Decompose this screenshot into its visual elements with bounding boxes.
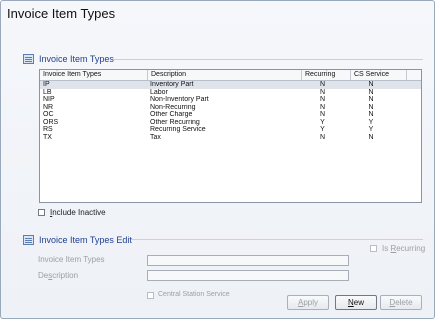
is-recurring-label: Is Recurring (382, 244, 426, 253)
table-row[interactable]: RS Recurring Service Y Y (40, 126, 421, 134)
table-row[interactable]: OC Other Charge N N (40, 111, 421, 119)
cell-recurring: N (319, 103, 326, 111)
edit-section-divider (131, 239, 423, 240)
cell-description: Other Recurring (150, 118, 200, 126)
is-recurring-checkbox[interactable] (370, 245, 377, 252)
cell-cs-service: N (368, 111, 374, 118)
form-edit-icon (23, 235, 34, 245)
column-header-cs-service[interactable]: CS Service (351, 70, 407, 80)
invoice-item-types-grid[interactable]: Invoice Item Types Description Recurring… (39, 69, 422, 203)
cell-description: Recurring Service (150, 126, 206, 133)
invoice-item-types-window: Invoice Item Types Invoice Item Types In… (0, 0, 435, 319)
description-input[interactable] (147, 270, 349, 281)
list-section-label: Invoice Item Types (39, 54, 114, 64)
cell-cs-service: N (368, 81, 374, 88)
list-section-divider (113, 59, 423, 60)
table-row[interactable]: LB Labor N N (40, 89, 421, 97)
grid-list-icon (23, 54, 34, 64)
cell-cs-service: N (368, 103, 374, 111)
include-inactive-checkbox[interactable] (38, 209, 45, 216)
cell-recurring: Y (320, 118, 325, 126)
invoice-item-type-label: Invoice Item Types (38, 255, 105, 264)
table-row[interactable]: IP Inventory Part N N (40, 81, 421, 89)
cell-recurring: N (319, 133, 326, 141)
cell-recurring: N (319, 81, 326, 88)
column-header-description[interactable]: Description (148, 70, 302, 80)
cell-description: Other Charge (150, 111, 193, 118)
column-header-invoice-item-types[interactable]: Invoice Item Types (40, 70, 148, 80)
window-title: Invoice Item Types (7, 6, 116, 21)
grid-header: Invoice Item Types Description Recurring… (40, 70, 421, 81)
central-station-service-checkbox[interactable] (147, 292, 154, 299)
description-label: Description (38, 271, 79, 280)
cell-code: TX (43, 133, 52, 141)
cell-recurring: Y (320, 126, 325, 133)
invoice-item-type-input[interactable] (147, 255, 349, 266)
cell-code: ORS (43, 118, 59, 126)
cell-code: NR (43, 103, 54, 111)
cell-code: OC (43, 111, 54, 118)
cell-cs-service: Y (368, 118, 374, 126)
table-row[interactable]: NR Non-Recurring N N (40, 104, 421, 112)
delete-button[interactable]: Delete (380, 295, 422, 310)
table-row[interactable]: ORS Other Recurring Y Y (40, 119, 421, 127)
cell-code: IP (43, 81, 50, 88)
column-header-recurring[interactable]: Recurring (302, 70, 351, 80)
cell-recurring: N (319, 88, 326, 96)
cell-cs-service: N (368, 96, 374, 103)
cell-description: Non-Inventory Part (150, 96, 209, 103)
table-row[interactable]: TX Tax N N (40, 134, 421, 142)
cell-recurring: N (319, 96, 326, 103)
edit-section-label: Invoice Item Types Edit (39, 235, 132, 245)
cell-code: RS (43, 126, 53, 133)
new-button[interactable]: New (335, 295, 377, 310)
cell-cs-service: Y (368, 126, 374, 133)
cell-cs-service: N (368, 88, 374, 96)
cell-code: NIP (43, 96, 55, 103)
edit-section-header: Invoice Item Types Edit (23, 233, 132, 247)
table-row[interactable]: NIP Non-Inventory Part N N (40, 96, 421, 104)
include-inactive-label: Include Inactive (50, 208, 106, 217)
cell-description: Tax (150, 133, 161, 141)
central-station-service-label: Central Station Service (158, 291, 230, 298)
cell-cs-service: N (368, 133, 374, 141)
cell-recurring: N (319, 111, 326, 118)
cell-description: Non-Recurring (150, 103, 196, 111)
cell-description: Labor (150, 88, 168, 96)
cell-code: LB (43, 88, 52, 96)
apply-button[interactable]: Apply (287, 295, 329, 310)
cell-description: Inventory Part (150, 81, 194, 88)
list-section-header: Invoice Item Types (23, 52, 114, 66)
